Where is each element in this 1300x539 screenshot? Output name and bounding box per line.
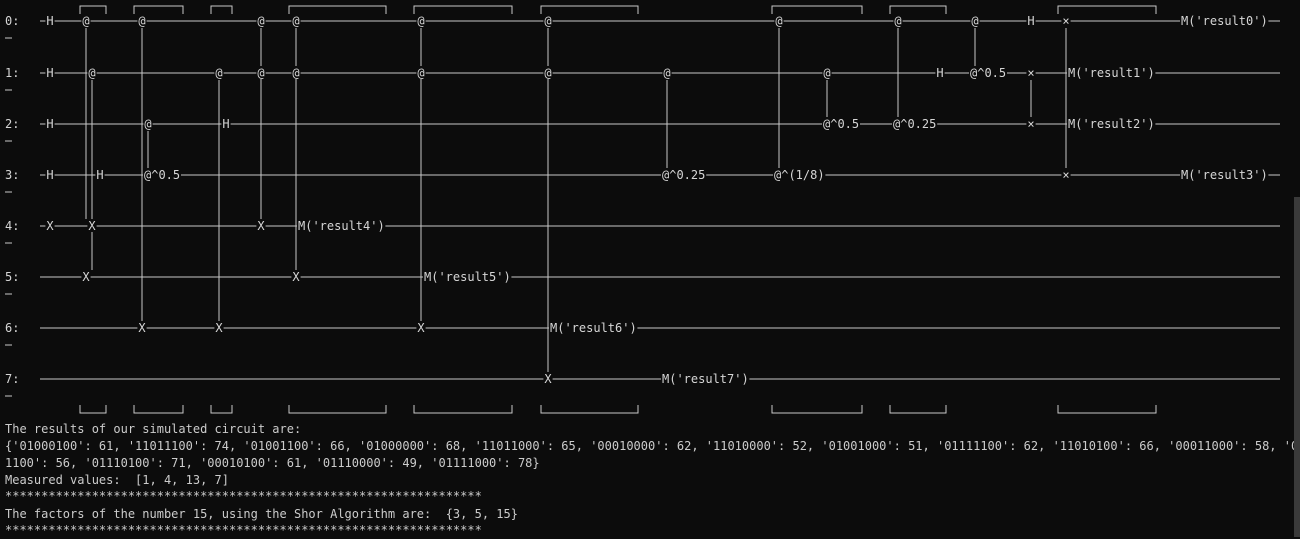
gate-x-22: X (292, 270, 300, 284)
gate-h-41: H (936, 66, 943, 80)
gate-h-0: H (46, 14, 53, 28)
moment-bracket-bottom-4 (413, 405, 513, 414)
gate-qr-40: @^0.25 (893, 117, 936, 131)
gate-x-30: X (544, 372, 552, 386)
gate-ctrl-14: @ (215, 66, 222, 80)
gate-ctrl-18: @ (257, 66, 264, 80)
gate-ctrl-11: @ (144, 117, 151, 131)
qubit-label-5: 5: (5, 270, 19, 284)
results-header: The results of our simulated circuit are… (5, 422, 302, 436)
gate-ctrl-5: @ (82, 14, 89, 28)
moment-bracket-top-8 (1057, 5, 1157, 14)
gate-m3-52: M('result3') (1181, 168, 1268, 182)
gate-x-8: X (88, 219, 96, 233)
gate-x-12: X (138, 321, 146, 335)
gate-sq-38: @^0.5 (823, 117, 859, 131)
gate-sq-43: @^0.5 (970, 66, 1006, 80)
moment-bracket-bottom-0 (79, 405, 107, 414)
moment-bracket-bottom-7 (889, 405, 947, 414)
gate-ctrl-17: @ (257, 14, 264, 28)
factors-result: The factors of the number 15, using the … (5, 507, 518, 521)
gate-m6-31: M('result6') (550, 321, 637, 335)
moment-bracket-top-3 (288, 5, 387, 14)
gate-ctrl-42: @ (971, 14, 978, 28)
gate-ctrl-20: @ (292, 14, 299, 28)
scrollbar-thumb[interactable] (1294, 197, 1300, 537)
gate-x-16: X (215, 321, 223, 335)
gate-m2-50: M('result2') (1068, 117, 1155, 131)
moment-bracket-bottom-1 (133, 405, 184, 414)
results-dict-line-2: 1100': 56, '01110100': 71, '00010100': 6… (5, 456, 540, 470)
terminal-window: 0: 1: 2: 3: 4: 5: 6: 7: H H H H X @ @ H X X @ @ X @^0.5 @ H X @ @ X… (0, 0, 1300, 537)
moment-bracket-top-0 (79, 5, 107, 14)
moment-bracket-bottom-8 (1057, 405, 1157, 414)
gate-x-9: X (82, 270, 90, 284)
gate-swap-48: × (1062, 168, 1069, 182)
gate-x-26: X (417, 321, 425, 335)
gate-x-4: X (46, 219, 54, 233)
moment-bracket-bottom-6 (771, 405, 863, 414)
results-dict-line-1: {'01000100': 61, '11011100': 74, '010011… (5, 439, 1300, 453)
gate-swap-47: × (1062, 14, 1069, 28)
gate-h-3: H (46, 168, 53, 182)
gate-m1-49: M('result1') (1068, 66, 1155, 80)
qubit-label-7: 7: (5, 372, 19, 386)
moment-bracket-top-7 (889, 5, 947, 14)
gate-sq-13: @^0.5 (144, 168, 180, 182)
qubit-label-3: 3: (5, 168, 19, 182)
gate-m5-27: M('result5') (424, 270, 511, 284)
moment-bracket-top-2 (210, 5, 233, 14)
gate-x-19: X (257, 219, 265, 233)
gate-ctrl-39: @ (894, 14, 901, 28)
gate-ctrl-24: @ (417, 14, 424, 28)
gate-ctrl-29: @ (544, 66, 551, 80)
qubit-label-0: 0: (5, 14, 19, 28)
gate-qr-33: @^0.25 (662, 168, 705, 182)
gate-swap-46: × (1027, 117, 1034, 131)
gate-h-7: H (96, 168, 103, 182)
separator-line-1: ****************************************… (5, 489, 482, 503)
moment-bracket-bottom-5 (540, 405, 639, 414)
gate-ctrl-37: @ (823, 66, 830, 80)
gate-eg-36: @^(1/8) (774, 168, 825, 182)
gate-ctrl-10: @ (138, 14, 145, 28)
moment-bracket-top-4 (413, 5, 513, 14)
gate-ctrl-35: @ (775, 14, 782, 28)
gate-h-2: H (46, 117, 53, 131)
gate-m0-51: M('result0') (1181, 14, 1268, 28)
gate-ctrl-28: @ (544, 14, 551, 28)
qubit-label-2: 2: (5, 117, 19, 131)
moment-bracket-top-1 (133, 5, 184, 14)
gate-ctrl-32: @ (663, 66, 670, 80)
gate-ctrl-25: @ (417, 66, 424, 80)
separator-line-2: ****************************************… (5, 523, 482, 537)
moment-bracket-bottom-2 (210, 405, 233, 414)
moment-bracket-top-5 (540, 5, 639, 14)
moment-bracket-top-6 (771, 5, 863, 14)
gate-h-1: H (46, 66, 53, 80)
gate-h-15: H (222, 117, 229, 131)
gate-ctrl-6: @ (88, 66, 95, 80)
qubit-label-6: 6: (5, 321, 19, 335)
measured-values: Measured values: [1, 4, 13, 7] (5, 473, 229, 487)
gate-m4-23: M('result4') (298, 219, 385, 233)
circuit-diagram: 0: 1: 2: 3: 4: 5: 6: 7: H H H H X @ @ H X X @ @ X @^0.5 @ H X @ @ X… (5, 5, 1280, 414)
gate-ctrl-21: @ (292, 66, 299, 80)
moment-bracket-bottom-3 (288, 405, 387, 414)
gate-m7-34: M('result7') (662, 372, 749, 386)
qubit-label-1: 1: (5, 66, 19, 80)
gate-swap-45: × (1027, 66, 1034, 80)
qubit-label-4: 4: (5, 219, 19, 233)
gate-h-44: H (1027, 14, 1034, 28)
